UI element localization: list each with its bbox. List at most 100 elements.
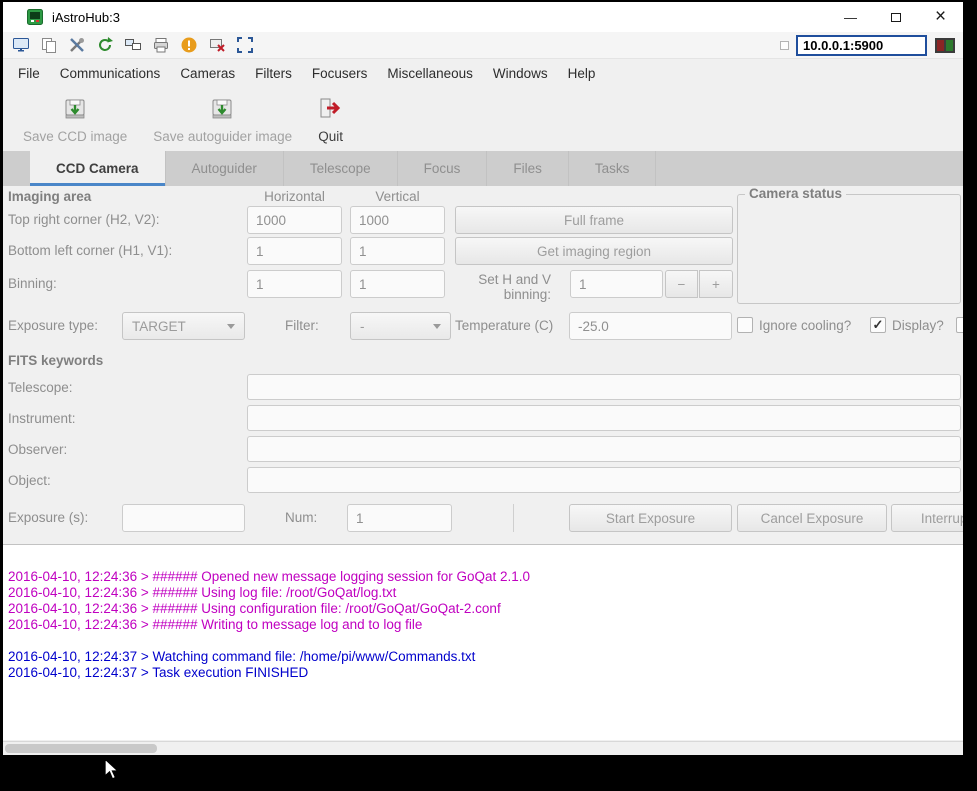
menu-focusers[interactable]: Focusers	[302, 59, 378, 87]
connection-status-icon	[934, 35, 955, 56]
tab-tasks[interactable]: Tasks	[569, 151, 657, 186]
tab-focus[interactable]: Focus	[398, 151, 488, 186]
vnc-viewer-window: iAstroHub:3 — × 10.0.0.1:5900 File Commu…	[3, 2, 963, 755]
set-binning-label: Set H and V binning:	[478, 272, 551, 302]
tabbar: CCD Camera Autoguider Telescope Focus Fi…	[3, 151, 963, 186]
vertical-column-header: Vertical	[375, 189, 420, 204]
menubar: File Communications Cameras Filters Focu…	[3, 59, 963, 87]
exposure-seconds-input[interactable]	[122, 504, 245, 532]
chevron-down-icon	[433, 323, 441, 329]
log-line: 2016-04-10, 12:24:36 > ###### Opened new…	[8, 569, 530, 584]
h2-input[interactable]	[247, 206, 342, 234]
menu-windows[interactable]: Windows	[483, 59, 558, 87]
maximize-button[interactable]	[873, 2, 918, 32]
display-checkbox[interactable]: ✓	[870, 317, 886, 333]
interrupt-button[interactable]: Interrupt	[891, 504, 963, 532]
fits-instrument-input[interactable]	[247, 405, 961, 431]
ignore-cooling-checkbox[interactable]	[737, 317, 753, 333]
full-frame-button[interactable]: Full frame	[455, 206, 733, 234]
menu-help[interactable]: Help	[558, 59, 606, 87]
log-line: 2016-04-10, 12:24:36 > ###### Using conf…	[8, 601, 501, 616]
ignore-cooling-label: Ignore cooling?	[759, 318, 852, 333]
menu-filters[interactable]: Filters	[245, 59, 302, 87]
menu-file[interactable]: File	[8, 59, 50, 87]
log-line: 2016-04-10, 12:24:36 > ###### Using log …	[8, 585, 397, 600]
binning-label: Binning:	[8, 276, 57, 291]
top-right-corner-label: Top right corner (H2, V2):	[8, 212, 160, 227]
fits-instrument-label: Instrument:	[8, 411, 76, 426]
fits-observer-input[interactable]	[247, 436, 961, 462]
binning-spin-input[interactable]	[570, 270, 663, 298]
log-area[interactable]: 2016-04-10, 12:24:36 > ###### Opened new…	[3, 544, 963, 740]
tab-telescope[interactable]: Telescope	[284, 151, 398, 186]
cancel-exposure-button[interactable]: Cancel Exposure	[737, 504, 887, 532]
options-tools-icon[interactable]	[66, 35, 87, 56]
disconnect-icon[interactable]	[206, 35, 227, 56]
separator	[513, 504, 514, 532]
save-autoguider-image-button[interactable]: Save autoguider image	[145, 92, 300, 148]
exposure-seconds-label: Exposure (s):	[8, 510, 89, 525]
temperature-label: Temperature (C)	[455, 318, 554, 333]
scrollbar-thumb[interactable]	[5, 744, 157, 753]
fits-telescope-input[interactable]	[247, 374, 961, 400]
get-imaging-region-button[interactable]: Get imaging region	[455, 237, 733, 265]
binning-increment-button[interactable]: +	[699, 270, 733, 298]
display-label: Display?	[892, 318, 944, 333]
print-icon[interactable]	[150, 35, 171, 56]
binning-h-input[interactable]	[247, 270, 342, 298]
cutoff-checkbox[interactable]	[956, 317, 963, 333]
fits-keywords-title: FITS keywords	[8, 353, 104, 368]
menu-communications[interactable]: Communications	[50, 59, 171, 87]
v1-input[interactable]	[350, 237, 445, 265]
tab-autoguider[interactable]: Autoguider	[166, 151, 284, 186]
v2-input[interactable]	[350, 206, 445, 234]
vnc-toolbar	[3, 32, 963, 59]
tab-files[interactable]: Files	[487, 151, 569, 186]
exposure-type-dropdown[interactable]: TARGET	[122, 312, 245, 340]
new-connection-icon[interactable]	[10, 35, 31, 56]
listen-mode-icon[interactable]	[122, 35, 143, 56]
fits-object-label: Object:	[8, 473, 51, 488]
close-button[interactable]: ×	[918, 2, 963, 32]
warning-icon[interactable]	[178, 35, 199, 56]
copy-icon[interactable]	[38, 35, 59, 56]
save-icon	[210, 96, 235, 126]
mouse-cursor	[104, 758, 120, 780]
start-exposure-button[interactable]: Start Exposure	[569, 504, 732, 532]
binning-decrement-button[interactable]: −	[665, 270, 698, 298]
toolbar-status-box	[780, 40, 789, 50]
h1-input[interactable]	[247, 237, 342, 265]
exposure-type-value: TARGET	[132, 318, 186, 334]
refresh-icon[interactable]	[94, 35, 115, 56]
chevron-down-icon	[227, 323, 235, 329]
fits-telescope-label: Telescope:	[8, 380, 73, 395]
maximize-icon	[890, 12, 901, 22]
fullscreen-icon[interactable]	[234, 35, 255, 56]
bottom-left-corner-label: Bottom left corner (H1, V1):	[8, 243, 173, 258]
menu-cameras[interactable]: Cameras	[170, 59, 245, 87]
temperature-input[interactable]	[569, 312, 732, 340]
binning-v-input[interactable]	[350, 270, 445, 298]
save-ccd-image-label: Save CCD image	[23, 129, 128, 144]
num-input[interactable]	[347, 504, 452, 532]
log-line: 2016-04-10, 12:24:36 > ###### Writing to…	[8, 617, 423, 632]
save-autoguider-image-label: Save autoguider image	[153, 129, 293, 144]
save-ccd-image-button[interactable]: Save CCD image	[15, 92, 135, 148]
filter-value: -	[360, 318, 365, 334]
fits-object-input[interactable]	[247, 467, 961, 493]
tab-ccd-camera[interactable]: CCD Camera	[30, 151, 166, 186]
minimize-button[interactable]: —	[828, 2, 873, 32]
log-line: 2016-04-10, 12:24:37 > Task execution FI…	[8, 665, 309, 680]
horizontal-scrollbar[interactable]	[3, 741, 963, 755]
titlebar[interactable]: iAstroHub:3 — ×	[3, 2, 963, 32]
vnc-address-input[interactable]	[796, 34, 927, 56]
app-toolbar: Save CCD image Save autoguider image Qui…	[3, 87, 963, 151]
goqat-application: File Communications Cameras Filters Focu…	[3, 59, 963, 741]
filter-dropdown[interactable]: -	[350, 312, 451, 340]
quit-label: Quit	[318, 129, 344, 144]
menu-miscellaneous[interactable]: Miscellaneous	[377, 59, 483, 87]
quit-button[interactable]: Quit	[310, 92, 351, 148]
camera-status-title: Camera status	[745, 186, 847, 201]
horizontal-column-header: Horizontal	[264, 189, 325, 204]
